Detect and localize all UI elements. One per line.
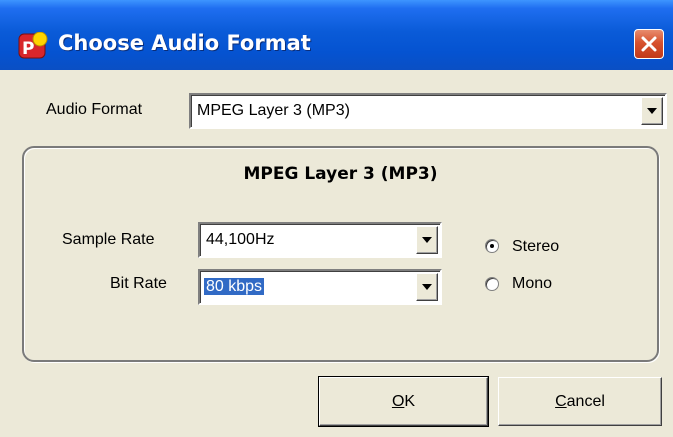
chevron-down-icon: [647, 108, 657, 114]
title-bar[interactable]: P Choose Audio Format: [0, 0, 673, 70]
stereo-radio[interactable]: Stereo: [485, 236, 595, 258]
group-title: MPEG Layer 3 (MP3): [243, 164, 438, 184]
stereo-radio-circle[interactable]: [485, 239, 499, 253]
stereo-label: Stereo: [512, 238, 560, 255]
close-icon: [641, 36, 657, 52]
chevron-down-icon: [422, 284, 432, 290]
mono-radio[interactable]: Mono: [485, 274, 595, 296]
sample-rate-label: Sample Rate: [62, 231, 155, 248]
app-logo-icon: P: [18, 32, 48, 59]
bit-rate-value-wrap: 80 kbps: [202, 277, 266, 296]
close-button[interactable]: [634, 29, 664, 59]
sample-rate-dropdown-button[interactable]: [416, 226, 438, 254]
radio-checked-dot: [490, 244, 494, 248]
ok-button[interactable]: OK: [318, 376, 489, 427]
audio-format-select[interactable]: MPEG Layer 3 (MP3): [189, 93, 667, 129]
svg-text:P: P: [22, 39, 34, 59]
window-title: Choose Audio Format: [58, 31, 311, 55]
audio-format-dropdown-button[interactable]: [641, 97, 663, 125]
mono-label: Mono: [512, 275, 553, 292]
ok-button-label: OK: [391, 392, 416, 410]
bit-rate-dropdown-button[interactable]: [416, 273, 438, 301]
bit-rate-label: Bit Rate: [110, 275, 167, 292]
sample-rate-value: 44,100Hz: [206, 231, 275, 248]
choose-audio-format-dialog: P Choose Audio Format Audio Format MPEG …: [0, 0, 673, 437]
mono-radio-circle[interactable]: [485, 277, 499, 291]
bit-rate-value: 80 kbps: [202, 277, 266, 296]
chevron-down-icon: [422, 237, 432, 243]
audio-format-label: Audio Format: [46, 101, 143, 118]
audio-format-value: MPEG Layer 3 (MP3): [197, 102, 350, 119]
bit-rate-select[interactable]: 80 kbps: [198, 269, 442, 305]
cancel-button[interactable]: Cancel: [498, 377, 662, 426]
sample-rate-select[interactable]: 44,100Hz: [198, 222, 442, 258]
cancel-button-label: Cancel: [555, 392, 605, 410]
